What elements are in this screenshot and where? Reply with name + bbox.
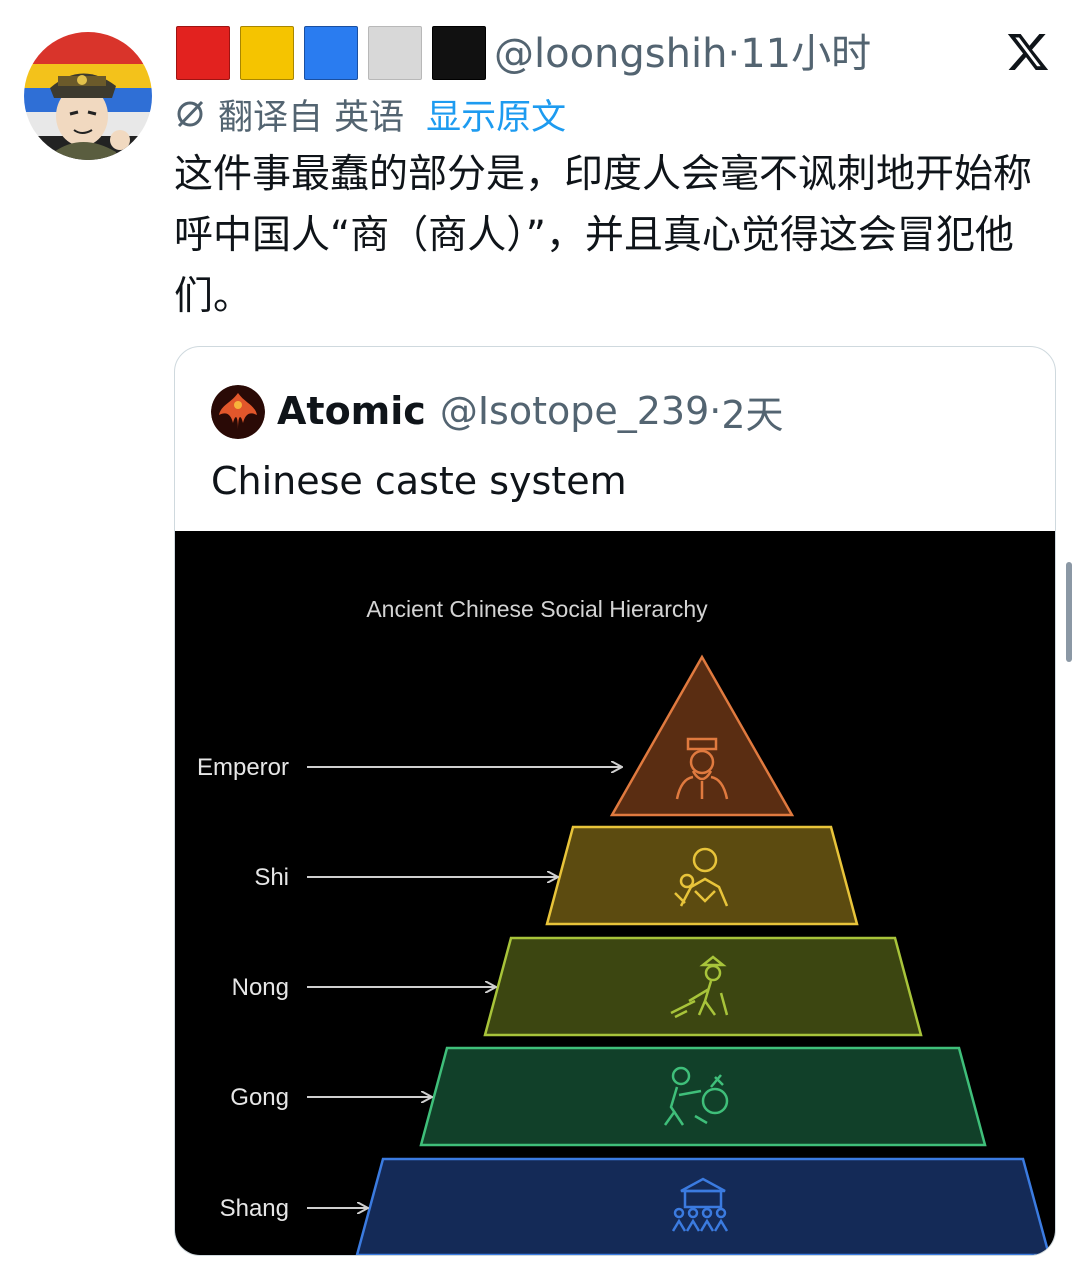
quoted-tweet-image[interactable]: Ancient Chinese Social Hierarchy Emperor — [175, 531, 1055, 1255]
author-handle-line: @loongshih·11小时 — [494, 28, 871, 80]
level-shi: Shi — [254, 825, 859, 926]
black-square — [432, 26, 486, 80]
quoted-author-name[interactable]: Atomic — [277, 389, 426, 433]
x-logo-icon — [1006, 30, 1050, 74]
emperor-label: Emperor — [197, 754, 289, 781]
quoted-author-handle[interactable]: @Isotope_239 — [440, 389, 709, 433]
quoted-tweet-text: Chinese caste system — [211, 459, 627, 503]
shi-label: Shi — [254, 864, 289, 891]
level-nong: Nong — [232, 936, 923, 1037]
quoted-author-avatar[interactable] — [211, 385, 265, 439]
author-handle[interactable]: @loongshih — [494, 31, 727, 77]
level-gong: Gong — [230, 1046, 987, 1147]
level-shang: Shang — [220, 1157, 1051, 1255]
hierarchy-diagram: Ancient Chinese Social Hierarchy Emperor — [197, 596, 1051, 1255]
shang-label: Shang — [220, 1195, 289, 1222]
nong-label: Nong — [232, 974, 289, 1001]
white-square — [368, 26, 422, 80]
translated-from-label: 翻译自 英语 — [218, 97, 405, 138]
translation-notice: 翻译自 英语 显示原文 — [174, 92, 566, 138]
tweet-body: 这件事最蠢的部分是，印度人会毫不讽刺地开始称呼中国人“商（商人）”，并且真心觉得… — [174, 152, 1033, 319]
name-flag-squares — [176, 26, 486, 80]
red-square — [176, 26, 230, 80]
quoted-tweet-header: Atomic @Isotope_239 · 2天 — [277, 383, 784, 439]
scrollbar-thumb[interactable] — [1066, 562, 1072, 662]
yellow-square — [240, 26, 294, 80]
separator-dot: · — [709, 389, 722, 433]
level-emperor: Emperor — [197, 654, 795, 817]
gong-label: Gong — [230, 1084, 289, 1111]
translate-icon — [177, 100, 204, 128]
quoted-post-time[interactable]: 2天 — [721, 384, 783, 439]
separator-dot: · — [727, 31, 741, 77]
quoted-tweet-card[interactable]: Atomic @Isotope_239 · 2天 Chinese caste s… — [174, 346, 1056, 1256]
diagram-title: Ancient Chinese Social Hierarchy — [366, 596, 708, 622]
show-original-link[interactable]: 显示原文 — [426, 89, 566, 140]
nong-tier — [483, 936, 923, 1037]
author-avatar[interactable] — [24, 32, 152, 160]
blue-square — [304, 26, 358, 80]
post-time[interactable]: 11小时 — [740, 31, 871, 77]
shi-tier — [545, 825, 859, 926]
